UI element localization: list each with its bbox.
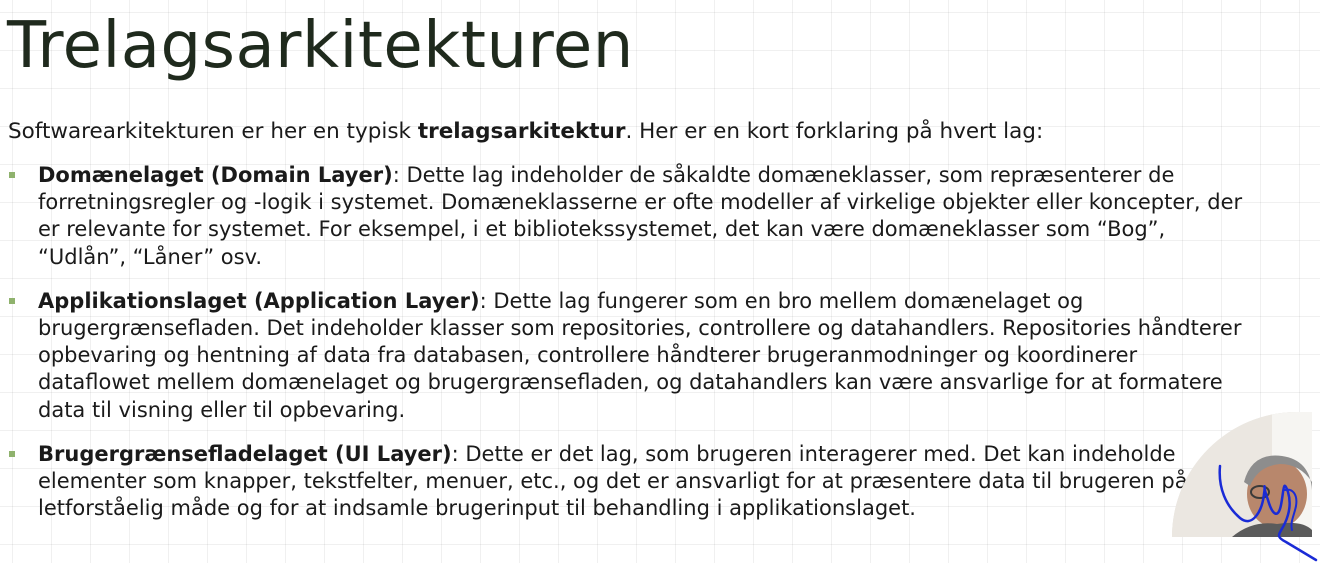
layer-name: Applikationslaget (Application Layer): [38, 288, 480, 313]
layer-item-application: Applikationslaget (Application Layer): D…: [0, 288, 1250, 424]
intro-text-end: . Her er en kort forklaring på hvert lag…: [625, 119, 1044, 144]
bullet-square-icon: [9, 297, 15, 304]
bullet-square-icon: [9, 450, 15, 457]
intro-paragraph: Softwarearkitekturen er her en typisk tr…: [8, 118, 1308, 146]
layer-name: Brugergrænsefladelaget (UI Layer): [38, 441, 452, 466]
intro-text-start: Softwarearkitekturen er her en typisk: [8, 119, 418, 144]
bullet-square-icon: [9, 172, 15, 178]
layer-name: Domænelaget (Domain Layer): [38, 163, 393, 187]
intro-emphasis: trelagsarkitektur: [417, 119, 626, 144]
layer-list: Domænelaget (Domain Layer): Dette lag in…: [0, 162, 1250, 539]
slide-title: Trelagsarkitekturen: [7, 9, 634, 83]
layer-item-ui: Brugergrænsefladelaget (UI Layer): Dette…: [0, 441, 1250, 523]
layer-item-domain: Domænelaget (Domain Layer): Dette lag in…: [0, 162, 1250, 271]
